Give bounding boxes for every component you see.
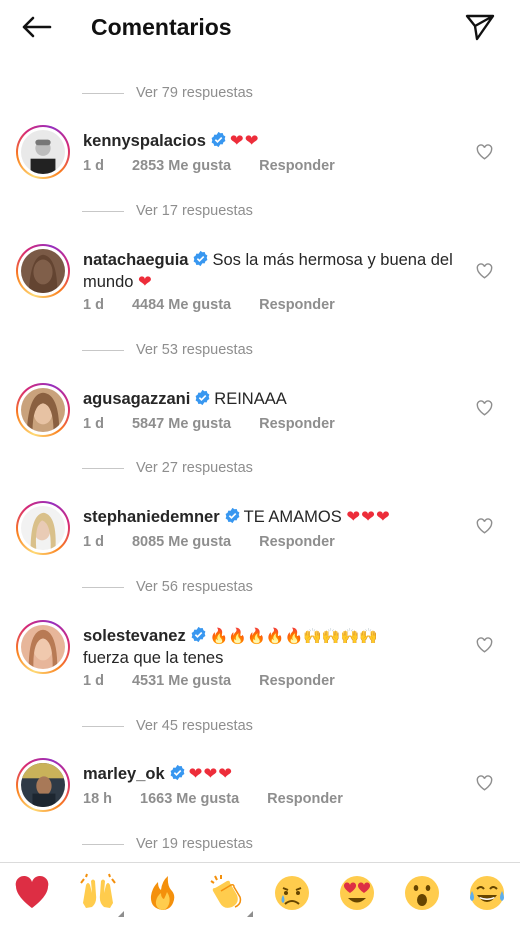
username[interactable]: kennyspalacios — [83, 132, 206, 150]
comment-time: 1 d — [83, 673, 104, 689]
verified-badge-icon — [170, 764, 185, 781]
comment-hearts: ❤❤❤ — [346, 508, 391, 526]
username[interactable]: natachaeguia — [83, 251, 188, 269]
view-replies-link[interactable]: Ver 27 respuestas — [82, 458, 253, 478]
comment-body: REINAAA — [214, 390, 287, 408]
view-replies-link[interactable]: Ver 53 respuestas — [82, 340, 253, 360]
username[interactable]: marley_ok — [83, 765, 165, 783]
username[interactable]: agusagazzani — [83, 390, 190, 408]
comment-meta: 18 h 1663 Me gusta Responder — [83, 791, 371, 807]
fire-icon[interactable] — [142, 873, 182, 913]
view-replies-label: Ver 17 respuestas — [136, 203, 253, 219]
avatar[interactable] — [16, 383, 70, 437]
comment-hearts: ❤ — [138, 273, 153, 291]
username[interactable]: solestevanez — [83, 627, 186, 645]
comment-meta: 1 d 4531 Me gusta Responder — [83, 673, 363, 689]
reply-button[interactable]: Responder — [259, 416, 335, 432]
avatar[interactable] — [16, 244, 70, 298]
verified-badge-icon — [195, 389, 210, 406]
heart-eyes-face-icon[interactable] — [337, 873, 377, 913]
view-replies-label: Ver 79 respuestas — [136, 85, 253, 101]
view-replies-label: Ver 27 respuestas — [136, 460, 253, 476]
surprised-face-icon[interactable] — [402, 873, 442, 913]
comment-meta: 1 d 4484 Me gusta Responder — [83, 297, 363, 313]
comment-text: kennyspalacios ❤❤ — [83, 130, 463, 152]
comment-time: 1 d — [83, 158, 104, 174]
crying-face-icon[interactable] — [272, 873, 312, 913]
back-arrow-icon[interactable] — [18, 12, 54, 42]
avatar[interactable] — [16, 620, 70, 674]
view-replies-label: Ver 19 respuestas — [136, 836, 253, 852]
like-count[interactable]: 4531 Me gusta — [132, 673, 231, 689]
heart-outline-icon[interactable] — [474, 635, 494, 655]
avatar[interactable] — [16, 501, 70, 555]
verified-badge-icon — [211, 131, 226, 148]
emoji-reaction-bar — [0, 862, 520, 928]
heart-outline-icon[interactable] — [474, 142, 494, 162]
clapping-hands-icon[interactable] — [207, 873, 253, 917]
comment-text: stephaniedemner TE AMAMOS ❤❤❤ — [83, 506, 463, 528]
heart-outline-icon[interactable] — [474, 398, 494, 418]
view-replies-label: Ver 53 respuestas — [136, 342, 253, 358]
comment-time: 18 h — [83, 791, 113, 807]
view-replies-link[interactable]: Ver 19 respuestas — [82, 834, 253, 854]
like-count[interactable]: 8085 Me gusta — [132, 534, 231, 550]
heart-outline-icon[interactable] — [474, 261, 494, 281]
verified-badge-icon — [225, 507, 240, 524]
comment-meta: 1 d 2853 Me gusta Responder — [83, 158, 363, 174]
reply-button[interactable]: Responder — [267, 791, 343, 807]
comment-time: 1 d — [83, 416, 104, 432]
comment-text: agusagazzani REINAAA — [83, 388, 463, 410]
raising-hands-icon[interactable] — [78, 873, 124, 917]
comment-text: solestevanez 🔥🔥🔥🔥🔥🙌🙌🙌🙌 fuerza que la tenes — [83, 625, 463, 669]
like-count[interactable]: 1663 Me gusta — [140, 791, 239, 807]
heart-outline-icon[interactable] — [474, 516, 494, 536]
red-heart-icon[interactable] — [12, 873, 52, 913]
reply-button[interactable]: Responder — [259, 297, 335, 313]
username[interactable]: stephaniedemner — [83, 508, 220, 526]
comment-hearts: ❤❤ — [229, 132, 260, 150]
reply-button[interactable]: Responder — [259, 534, 335, 550]
view-replies-link[interactable]: Ver 45 respuestas — [82, 716, 253, 736]
page-title: Comentarios — [91, 14, 232, 40]
view-replies-link[interactable]: Ver 56 respuestas — [82, 577, 253, 597]
verified-badge-icon — [191, 626, 206, 643]
comment-time: 1 d — [83, 534, 104, 550]
comment-text: marley_ok ❤❤❤ — [83, 763, 463, 785]
comment-text: natachaeguia Sos la más hermosa y buena d… — [83, 249, 463, 293]
send-icon[interactable] — [462, 10, 498, 44]
heart-outline-icon[interactable] — [474, 773, 494, 793]
comment-emojis: 🔥🔥🔥🔥🔥🙌🙌🙌🙌 — [209, 627, 378, 645]
comment-meta: 1 d 5847 Me gusta Responder — [83, 416, 363, 432]
comment-hearts: ❤❤❤ — [188, 765, 234, 783]
reply-button[interactable]: Responder — [259, 673, 335, 689]
comment-body: TE AMAMOS — [243, 508, 342, 526]
avatar[interactable] — [16, 758, 70, 812]
view-replies-label: Ver 56 respuestas — [136, 579, 253, 595]
header-bar: Comentarios — [0, 0, 520, 56]
verified-badge-icon — [194, 250, 208, 267]
comment-body: fuerza que la tenes — [83, 649, 224, 667]
view-replies-link[interactable]: Ver 17 respuestas — [82, 201, 253, 221]
comment-time: 1 d — [83, 297, 104, 313]
like-count[interactable]: 4484 Me gusta — [132, 297, 231, 313]
view-replies-label: Ver 45 respuestas — [136, 718, 253, 734]
avatar[interactable] — [16, 125, 70, 179]
view-replies-link[interactable]: Ver 79 respuestas — [82, 83, 253, 103]
tears-of-joy-face-icon[interactable] — [467, 873, 507, 913]
like-count[interactable]: 5847 Me gusta — [132, 416, 231, 432]
reply-button[interactable]: Responder — [259, 158, 335, 174]
comment-meta: 1 d 8085 Me gusta Responder — [83, 534, 363, 550]
like-count[interactable]: 2853 Me gusta — [132, 158, 231, 174]
